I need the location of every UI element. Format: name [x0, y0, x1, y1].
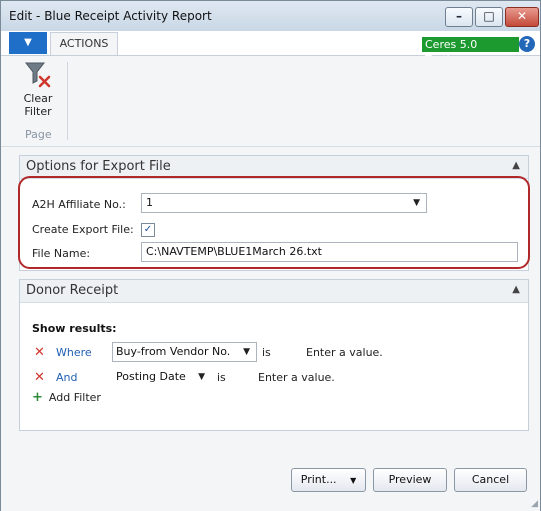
help-icon[interactable]: ?: [519, 36, 535, 52]
options-fasttab-title: Options for Export File: [26, 159, 171, 174]
filter-value-input[interactable]: Enter a value.: [258, 371, 335, 384]
remove-filter-icon[interactable]: ✕: [34, 345, 45, 360]
chevron-down-icon[interactable]: ▼: [350, 476, 356, 485]
filter-field-dropdown[interactable]: Buy-from Vendor No. ▼: [112, 342, 257, 362]
collapse-icon[interactable]: ▲: [512, 284, 520, 295]
highlight-annotation: [18, 176, 530, 269]
filter-connector[interactable]: Where: [56, 346, 92, 359]
filter-field-value: Posting Date: [116, 370, 186, 383]
donor-receipt-fasttab-title: Donor Receipt: [26, 283, 119, 298]
filter-field-value: Buy-from Vendor No.: [116, 345, 231, 358]
clear-filter-button[interactable]: Clear Filter: [17, 60, 59, 124]
filter-operator[interactable]: is: [262, 346, 271, 359]
print-button-label: Print...: [300, 473, 337, 486]
donor-receipt-fasttab: Donor Receipt ▲ Show results: ✕ Where Bu…: [19, 279, 529, 431]
maximize-button[interactable]: □: [475, 7, 503, 27]
filter-row: ✕ Where Buy-from Vendor No. ▼ is Enter a…: [32, 342, 512, 364]
clear-filter-label-line2: Filter: [24, 105, 52, 118]
donor-receipt-fasttab-header[interactable]: Donor Receipt ▲: [20, 280, 528, 303]
filter-connector[interactable]: And: [56, 371, 77, 384]
dropdown-arrow-icon: ▼: [24, 37, 32, 48]
ribbon-tab-bar: ▼ ACTIONS Ceres 5.0 Testing ?: [1, 31, 540, 66]
filter-row: ✕ And Posting Date ▼ is Enter a value.: [32, 367, 512, 389]
resize-grip-icon[interactable]: ◢: [531, 499, 538, 509]
add-filter-button[interactable]: + Add Filter: [32, 390, 101, 405]
ribbon-group-label: Page: [25, 128, 52, 141]
title-bar: Edit - Blue Receipt Activity Report – □ …: [1, 1, 540, 31]
ribbon-group-separator: [67, 62, 68, 140]
clear-filter-label-line1: Clear: [23, 92, 53, 105]
window-title: Edit - Blue Receipt Activity Report: [9, 9, 212, 23]
close-button[interactable]: ✕: [505, 7, 539, 27]
tab-actions[interactable]: ACTIONS: [50, 32, 118, 55]
funnel-clear-icon: [24, 62, 51, 88]
show-results-label: Show results:: [32, 322, 117, 335]
maximize-icon: □: [483, 9, 495, 23]
close-icon: ✕: [516, 9, 528, 23]
ribbon-body: Clear Filter Page: [1, 56, 540, 147]
collapse-icon[interactable]: ▲: [512, 160, 520, 171]
minimize-icon: –: [456, 9, 462, 23]
chevron-down-icon[interactable]: ▼: [243, 343, 250, 361]
plus-icon: +: [32, 390, 43, 405]
cancel-button[interactable]: Cancel: [454, 468, 527, 492]
add-filter-label: Add Filter: [48, 391, 101, 404]
filter-value-input[interactable]: Enter a value.: [306, 346, 383, 359]
chevron-down-icon[interactable]: ▼: [198, 368, 205, 386]
remove-filter-icon[interactable]: ✕: [34, 370, 45, 385]
preview-button[interactable]: Preview: [373, 468, 447, 492]
app-menu-button[interactable]: ▼: [9, 32, 47, 54]
print-button[interactable]: Print... ▼: [291, 468, 366, 492]
minimize-button[interactable]: –: [445, 7, 473, 27]
filter-operator[interactable]: is: [217, 371, 226, 384]
environment-badge: Ceres 5.0 Testing: [422, 37, 519, 66]
filter-field-dropdown[interactable]: Posting Date ▼: [112, 367, 212, 387]
